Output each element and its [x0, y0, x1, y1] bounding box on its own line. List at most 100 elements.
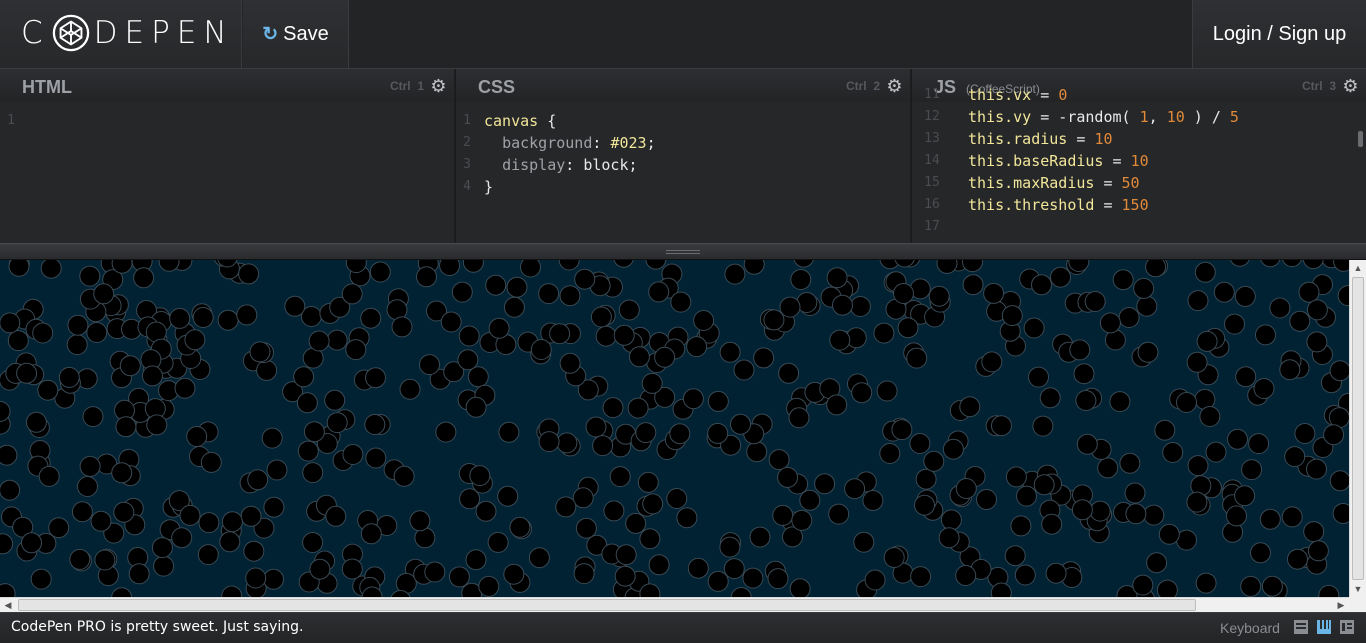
login-signup-button[interactable]: Login / Sign up: [1192, 0, 1366, 68]
resize-grip-icon: [666, 250, 700, 254]
particle-circle: [1303, 521, 1325, 543]
code-line[interactable]: 17: [912, 216, 1366, 238]
line-number: 4: [463, 179, 471, 194]
particle-circle: [753, 347, 775, 369]
css-code-area[interactable]: 1 canvas {2 background: #023; 3 display: b…: [456, 102, 910, 244]
html-code-area[interactable]: 1: [0, 102, 454, 244]
particle-circle: [30, 568, 52, 590]
particle-circle: [506, 276, 528, 298]
scroll-left-icon[interactable]: ◀: [0, 598, 16, 612]
particle-circle: [38, 465, 60, 487]
top-bar: C DEPEN ↻ Save Login / Sign up: [0, 0, 1366, 68]
js-editor-scrollbar[interactable]: [1358, 131, 1363, 147]
particle-circle: [133, 267, 155, 289]
particle-circle: [1199, 406, 1221, 427]
panel-resizer[interactable]: [0, 243, 1366, 260]
particle-circle: [749, 526, 771, 548]
particle-circle: [618, 299, 640, 321]
code-line[interactable]: 4}: [456, 176, 910, 198]
particle-circle: [1284, 446, 1306, 468]
layout-right-icon[interactable]: [1340, 620, 1354, 634]
scroll-right-icon[interactable]: ▶: [1333, 598, 1349, 612]
particle-circle: [249, 341, 271, 363]
vertical-scroll-thumb[interactable]: [1352, 277, 1364, 580]
code-line[interactable]: 2 background: #023;: [456, 132, 910, 154]
particle-circle: [592, 435, 614, 457]
css-editor[interactable]: CSS Ctrl 2 ⚙ 1 canvas {2 background: #023…: [455, 69, 910, 244]
gear-icon[interactable]: ⚙: [886, 77, 903, 95]
result-preview[interactable]: [0, 260, 1366, 597]
particle-circle: [959, 396, 981, 418]
particle-circle: [393, 465, 415, 487]
particle-circle: [391, 316, 413, 338]
particle-circle: [1213, 281, 1235, 303]
particle-circle: [1028, 366, 1049, 388]
particle-circle: [128, 563, 150, 585]
particle-circle: [719, 536, 741, 558]
particle-circle: [40, 260, 62, 279]
vertical-scrollbar[interactable]: ▲ ▼: [1349, 260, 1366, 597]
particle-circle: [293, 366, 315, 388]
particle-circle: [1205, 441, 1227, 463]
particle-circle: [475, 500, 497, 522]
scroll-down-icon[interactable]: ▼: [1350, 581, 1366, 597]
code-line[interactable]: 11 this.vx = 0: [912, 84, 1366, 106]
particle-circle: [1240, 575, 1262, 597]
particle-circle: [8, 260, 30, 277]
particle-circle: [879, 443, 901, 464]
particle-circle: [1241, 459, 1263, 481]
footer-message[interactable]: CodePen PRO is pretty sweet. Just saying…: [11, 619, 304, 635]
save-button[interactable]: ↻ Save: [243, 0, 349, 68]
code-line[interactable]: 12 this.vy = -random( 1, 10 ) / 5: [912, 106, 1366, 128]
particle-circle: [670, 291, 692, 313]
particle-circle: [730, 413, 751, 435]
particle-circle: [538, 283, 560, 305]
scroll-up-icon[interactable]: ▲: [1350, 260, 1366, 276]
particle-circle: [666, 488, 688, 509]
particle-circle: [1001, 305, 1023, 327]
html-editor[interactable]: HTML Ctrl 1 ⚙ 1: [0, 69, 454, 244]
code-token: this.maxRadius: [968, 174, 1095, 192]
code-line[interactable]: 16 this.threshold = 150: [912, 194, 1366, 216]
particle-circle: [0, 444, 18, 466]
particle-circle: [1032, 415, 1054, 437]
login-label: Login / Sign up: [1212, 22, 1347, 45]
code-line[interactable]: 13 this.radius = 10: [912, 128, 1366, 150]
particle-circle: [528, 547, 550, 569]
particle-circle: [1004, 545, 1026, 567]
particle-circle: [779, 296, 801, 318]
code-token: this.baseRadius: [968, 152, 1104, 170]
gear-icon[interactable]: ⚙: [430, 77, 447, 95]
code-line[interactable]: 14 this.baseRadius = 10: [912, 150, 1366, 172]
particle-circle: [1332, 503, 1349, 524]
particle-circle: [247, 469, 269, 491]
particle-circle: [16, 362, 38, 384]
particle-circle: [21, 532, 42, 554]
particle-circle: [707, 390, 729, 412]
horizontal-scrollbar[interactable]: ◀ ▶: [0, 597, 1349, 612]
particle-circle: [829, 329, 851, 351]
layout-top-icon[interactable]: [1317, 620, 1331, 634]
js-editor[interactable]: JS (CoffeeScript) Ctrl 3 ⚙ 11 this.vx = 01…: [911, 69, 1366, 244]
particle-circle: [1329, 360, 1349, 382]
particle-circle: [1289, 310, 1311, 332]
code-line[interactable]: 15 this.maxRadius = 50: [912, 172, 1366, 194]
code-line[interactable]: 3 display: block;: [456, 154, 910, 176]
logo-link[interactable]: C DEPEN: [0, 0, 242, 68]
layout-left-icon[interactable]: [1294, 620, 1308, 634]
particle-circle: [1194, 261, 1216, 283]
particle-circle: [520, 260, 541, 278]
particle-circle: [864, 569, 886, 591]
code-token: 50: [1121, 174, 1140, 192]
particle-circle: [851, 382, 873, 404]
code-text: this.baseRadius = 10: [968, 150, 1149, 172]
horizontal-scroll-thumb[interactable]: [18, 599, 1196, 611]
particle-circle: [1234, 285, 1256, 307]
code-line[interactable]: 1 canvas {: [456, 110, 910, 132]
js-code-area[interactable]: 11 this.vx = 0 12 this.vy = -random( 1, 10 …: [912, 84, 1366, 244]
particle-circle: [221, 585, 243, 597]
particle-circle: [67, 314, 89, 336]
keyboard-link[interactable]: Keyboard: [1220, 620, 1280, 636]
particle-circle: [174, 377, 196, 399]
